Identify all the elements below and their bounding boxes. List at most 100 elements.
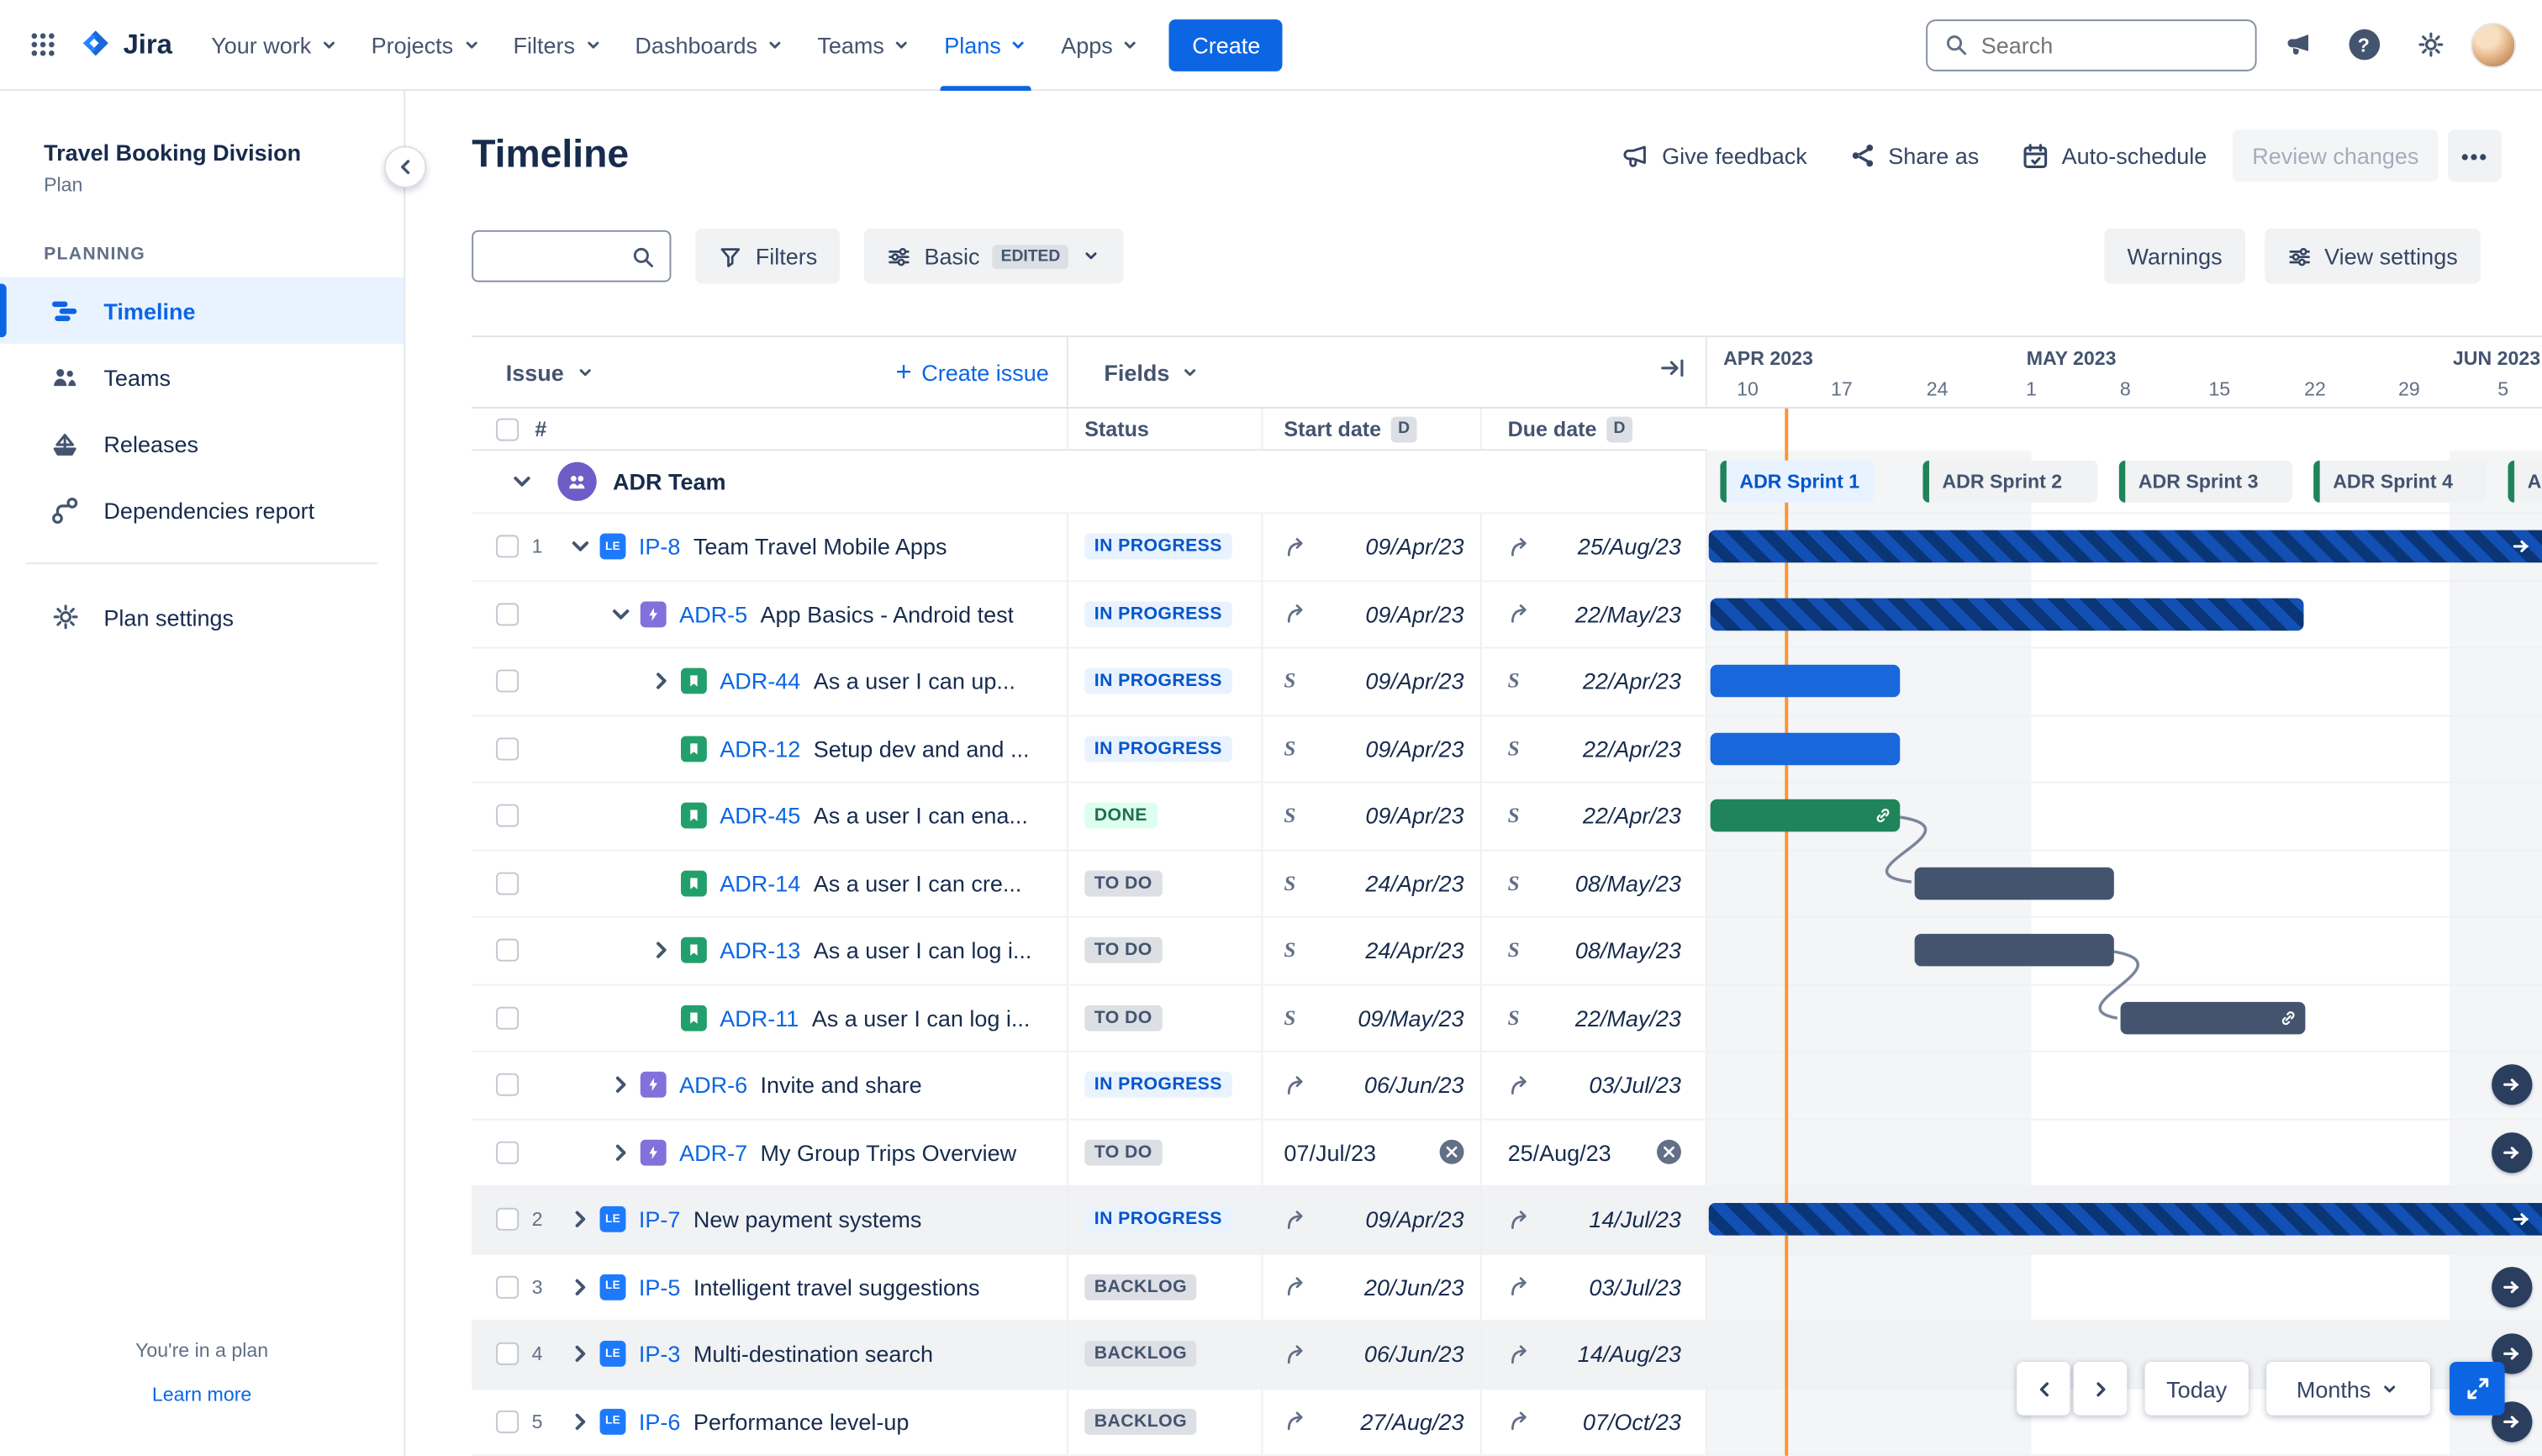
plan-search-input[interactable] xyxy=(488,243,631,270)
due-date-cell[interactable]: 03/Jul/23 xyxy=(1482,1253,1707,1320)
status-lozenge[interactable]: IN PROGRESS xyxy=(1084,1206,1232,1233)
sidebar-item-plan-settings[interactable]: Plan settings xyxy=(0,583,403,650)
row-checkbox[interactable] xyxy=(496,1006,519,1030)
due-date-cell[interactable]: S 22/Apr/23 xyxy=(1482,715,1707,782)
due-date-cell[interactable]: 07/Oct/23 xyxy=(1482,1388,1707,1454)
expand-row-chevron[interactable] xyxy=(567,1341,593,1367)
status-lozenge[interactable]: DONE xyxy=(1084,803,1158,829)
sidebar-item-dependencies-report[interactable]: Dependencies report xyxy=(0,477,403,543)
start-date-cell[interactable]: 09/Apr/23 xyxy=(1263,581,1482,647)
share-as-button[interactable]: Share as xyxy=(1833,129,1996,182)
row-checkbox[interactable] xyxy=(496,804,519,828)
row-checkbox[interactable] xyxy=(496,669,519,693)
offscreen-bar-indicator[interactable] xyxy=(2492,1266,2533,1307)
issue-key-link[interactable]: ADR-5 xyxy=(679,601,747,627)
sidebar-item-teams[interactable]: Teams xyxy=(0,344,403,410)
row-checkbox[interactable] xyxy=(496,1410,519,1433)
fullscreen-button[interactable] xyxy=(2450,1361,2505,1416)
status-lozenge[interactable]: BACKLOG xyxy=(1084,1341,1197,1368)
fields-dropdown[interactable]: Fields xyxy=(1104,359,1200,385)
status-lozenge[interactable]: IN PROGRESS xyxy=(1084,736,1232,762)
due-date-cell[interactable]: 22/May/23 xyxy=(1482,581,1707,647)
global-search[interactable] xyxy=(1926,18,2257,71)
nav-item-apps[interactable]: Apps xyxy=(1045,0,1157,90)
issue-summary[interactable]: As a user I can ena... xyxy=(814,803,1028,829)
collapse-group-chevron[interactable] xyxy=(509,468,535,494)
dependency-link-icon[interactable] xyxy=(1874,807,1891,825)
sidebar-collapse-button[interactable] xyxy=(384,145,427,188)
jira-logo[interactable]: Jira xyxy=(68,27,195,62)
row-checkbox[interactable] xyxy=(496,1208,519,1232)
issue-key-link[interactable]: IP-6 xyxy=(639,1408,681,1434)
issue-key-link[interactable]: ADR-7 xyxy=(679,1139,747,1165)
expand-row-chevron[interactable] xyxy=(648,937,674,963)
status-lozenge[interactable]: TO DO xyxy=(1084,1005,1163,1031)
nav-item-your-work[interactable]: Your work xyxy=(195,0,355,90)
give-feedback-button[interactable]: Give feedback xyxy=(1606,129,1823,182)
sidebar-item-releases[interactable]: Releases xyxy=(0,410,403,477)
issue-key-link[interactable]: ADR-14 xyxy=(720,870,800,896)
start-date-cell[interactable]: 06/Jun/23 xyxy=(1263,1321,1482,1387)
issue-summary[interactable]: My Group Trips Overview xyxy=(761,1139,1017,1165)
app-switcher-button[interactable] xyxy=(16,18,68,71)
nav-item-projects[interactable]: Projects xyxy=(355,0,497,90)
clear-date-icon[interactable] xyxy=(1439,1140,1464,1165)
issue-summary[interactable]: Intelligent travel suggestions xyxy=(694,1274,980,1300)
auto-schedule-button[interactable]: Auto-schedule xyxy=(2005,129,2223,182)
announcements-button[interactable] xyxy=(2271,18,2323,71)
issue-summary[interactable]: Setup dev and and ... xyxy=(814,736,1030,762)
status-lozenge[interactable]: IN PROGRESS xyxy=(1084,668,1232,694)
start-date-cell[interactable]: S 09/Apr/23 xyxy=(1263,648,1482,715)
expand-row-chevron[interactable] xyxy=(608,1072,634,1098)
issue-summary[interactable]: As a user I can up... xyxy=(814,668,1015,694)
start-date-cell[interactable]: S 09/Apr/23 xyxy=(1263,783,1482,849)
expand-row-chevron[interactable] xyxy=(567,1206,593,1232)
due-date-cell[interactable]: 25/Aug/23 xyxy=(1482,1119,1707,1185)
clear-date-icon[interactable] xyxy=(1656,1140,1681,1165)
select-all-checkbox[interactable] xyxy=(496,417,519,440)
status-lozenge[interactable]: IN PROGRESS xyxy=(1084,1072,1232,1099)
start-date-cell[interactable]: S 24/Apr/23 xyxy=(1263,917,1482,984)
issue-summary[interactable]: Invite and share xyxy=(761,1072,922,1098)
gantt-bar[interactable] xyxy=(1710,665,1901,698)
status-lozenge[interactable]: BACKLOG xyxy=(1084,1274,1197,1300)
due-date-cell[interactable]: 03/Jul/23 xyxy=(1482,1052,1707,1118)
learn-more-link[interactable]: Learn more xyxy=(152,1383,251,1406)
due-date-cell[interactable]: 25/Aug/23 xyxy=(1482,514,1707,580)
collapse-row-chevron[interactable] xyxy=(608,601,634,627)
issue-summary[interactable]: Team Travel Mobile Apps xyxy=(694,534,947,560)
row-checkbox[interactable] xyxy=(496,939,519,963)
gantt-bar[interactable] xyxy=(1708,530,2542,563)
collapse-fields-button[interactable] xyxy=(1660,355,1686,388)
row-checkbox[interactable] xyxy=(496,737,519,761)
collapse-row-chevron[interactable] xyxy=(567,534,593,560)
status-lozenge[interactable]: BACKLOG xyxy=(1084,1408,1197,1435)
create-button[interactable]: Create xyxy=(1169,18,1284,71)
issue-summary[interactable]: New payment systems xyxy=(694,1206,922,1232)
issue-key-link[interactable]: ADR-44 xyxy=(720,668,800,694)
review-changes-button[interactable]: Review changes xyxy=(2233,129,2439,182)
issue-summary[interactable]: Performance level-up xyxy=(694,1408,910,1434)
expand-row-chevron[interactable] xyxy=(567,1408,593,1434)
due-date-cell[interactable]: S 22/Apr/23 xyxy=(1482,648,1707,715)
expand-row-chevron[interactable] xyxy=(608,1139,634,1165)
timeline-next-button[interactable] xyxy=(2073,1361,2128,1416)
issue-summary[interactable]: App Basics - Android test xyxy=(761,601,1015,627)
row-checkbox[interactable] xyxy=(496,1141,519,1164)
issue-key-link[interactable]: ADR-6 xyxy=(679,1072,747,1098)
start-date-cell[interactable]: 27/Aug/23 xyxy=(1263,1388,1482,1454)
issue-summary[interactable]: As a user I can log i... xyxy=(814,937,1032,963)
start-date-cell[interactable]: 20/Jun/23 xyxy=(1263,1253,1482,1320)
issue-summary[interactable]: As a user I can log i... xyxy=(812,1005,1031,1031)
due-date-cell[interactable]: 14/Aug/23 xyxy=(1482,1321,1707,1387)
filters-button[interactable]: Filters xyxy=(695,228,841,284)
row-checkbox[interactable] xyxy=(496,1343,519,1366)
issue-summary[interactable]: Multi-destination search xyxy=(694,1341,933,1367)
gantt-bar[interactable] xyxy=(1914,934,2114,967)
gantt-bar[interactable] xyxy=(1708,1203,2542,1237)
sidebar-item-timeline[interactable]: Timeline xyxy=(0,277,404,344)
issue-key-link[interactable]: ADR-11 xyxy=(720,1005,799,1031)
user-avatar[interactable] xyxy=(2471,22,2517,68)
timeline-prev-button[interactable] xyxy=(2017,1361,2070,1416)
status-lozenge[interactable]: TO DO xyxy=(1084,1139,1163,1166)
